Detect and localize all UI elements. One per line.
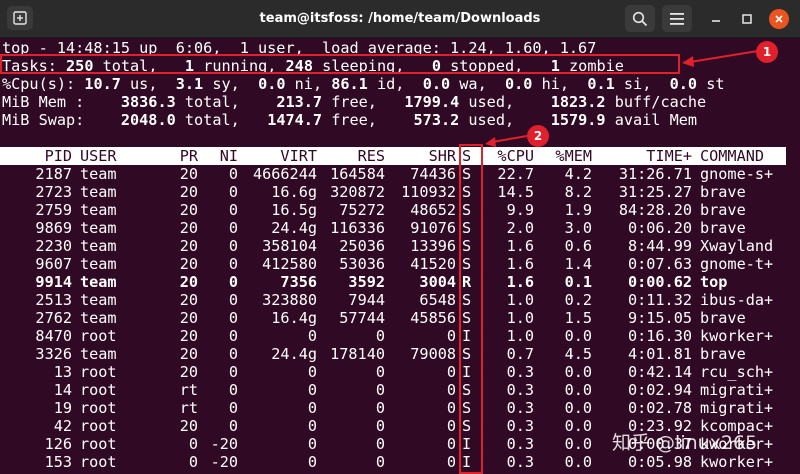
arrow-2-head — [485, 137, 496, 147]
annotation-badge-2: 2 — [527, 125, 549, 147]
annotation-arrows — [485, 50, 759, 147]
arrow-2-line — [491, 135, 528, 143]
close-icon — [775, 15, 783, 23]
maximize-icon — [742, 14, 752, 24]
close-button[interactable] — [769, 9, 789, 29]
arrow-1-line — [689, 50, 759, 63]
search-button[interactable] — [625, 5, 655, 32]
hamburger-menu-icon — [670, 12, 684, 25]
watermark: 知乎 @linux265 — [612, 432, 758, 454]
annotation-badge-1: 1 — [756, 41, 778, 63]
title-bar: team@itsfoss: /home/team/Downloads — [0, 0, 800, 38]
search-icon — [632, 11, 648, 26]
maximize-button[interactable] — [737, 9, 757, 29]
terminal-area[interactable]: top - 14:48:15 up 6:06, 1 user, load ave… — [0, 38, 800, 474]
menu-button[interactable] — [662, 5, 692, 32]
minimize-button[interactable] — [706, 9, 726, 29]
arrow-1-head — [682, 56, 694, 67]
minimize-icon — [712, 20, 720, 22]
